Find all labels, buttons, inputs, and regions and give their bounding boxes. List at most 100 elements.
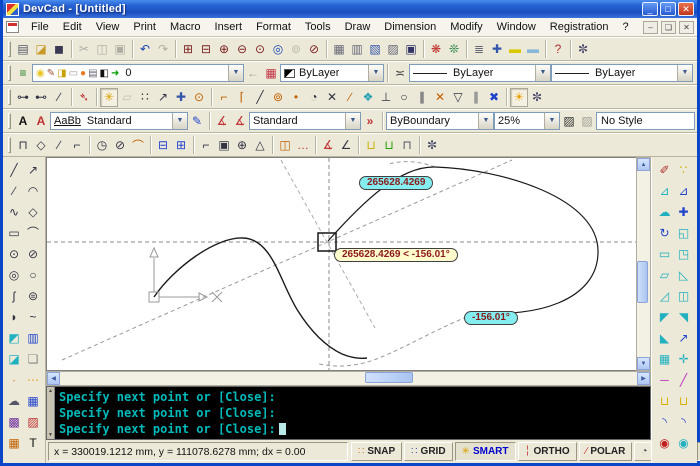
ray-tool[interactable]: ∕: [5, 181, 23, 200]
surface-tool[interactable]: ◪: [5, 349, 23, 368]
snap-extension-button[interactable]: ∕: [341, 88, 359, 107]
menu-macro[interactable]: Macro: [163, 19, 208, 35]
dim-ordinate-button[interactable]: ⌐: [68, 136, 86, 155]
hatch-button[interactable]: ▨: [560, 112, 578, 131]
print-preview-button[interactable]: ▥: [348, 40, 366, 59]
hatch-boundary-select[interactable]: ByBoundary ▼: [386, 112, 494, 130]
dim-more-button[interactable]: »: [361, 112, 379, 131]
menu-tools[interactable]: Tools: [298, 19, 338, 35]
grid-toggle[interactable]: ∷GRID: [404, 442, 452, 461]
break-line2-tool[interactable]: ╱: [675, 370, 693, 389]
dim-style-select[interactable]: Standard ▼: [249, 112, 361, 130]
pattern-tool[interactable]: ▦: [5, 433, 23, 452]
dim-align-text-button[interactable]: ∡: [319, 136, 337, 155]
snap-tangent-button[interactable]: ○: [395, 88, 413, 107]
menu-print[interactable]: Print: [126, 19, 163, 35]
corner-round2-tool[interactable]: ◝: [675, 412, 693, 431]
weld-tool[interactable]: ⊔: [656, 391, 674, 410]
point-display-button[interactable]: ∷: [693, 64, 697, 83]
menu-dimension[interactable]: Dimension: [377, 19, 443, 35]
zoom-out-button[interactable]: ⊖: [233, 40, 251, 59]
wizard-button[interactable]: ✼: [574, 40, 592, 59]
snap-reference-button[interactable]: ➴: [75, 88, 93, 107]
region-tool[interactable]: ◩: [5, 328, 23, 347]
zoom-window-button[interactable]: ⊞: [179, 40, 197, 59]
erase-tool[interactable]: ✐: [656, 160, 674, 179]
osnap-on-button[interactable]: ☀: [510, 88, 528, 107]
chevron-down-icon[interactable]: ▼: [478, 113, 493, 129]
snap-grid-button[interactable]: ∷: [136, 88, 154, 107]
new-button[interactable]: ▤: [14, 40, 32, 59]
dim-text-button[interactable]: ▣: [215, 136, 233, 155]
copy-object-tool[interactable]: ∵: [675, 160, 693, 179]
layer-lock-icon[interactable]: ◨: [57, 68, 66, 79]
zoom-in-button[interactable]: ⊕: [215, 40, 233, 59]
snap-endpoint-button[interactable]: ⊷: [32, 88, 50, 107]
minimize-button[interactable]: _: [642, 2, 658, 16]
circle-2pt-tool[interactable]: ◎: [5, 265, 23, 284]
snap-polygon-button[interactable]: ▱: [118, 88, 136, 107]
maximize-button[interactable]: □: [660, 2, 676, 16]
dim-style2-button[interactable]: ∡: [231, 112, 249, 131]
line-tool[interactable]: ╱: [5, 160, 23, 179]
points-multiple-tool[interactable]: ⋯: [24, 370, 42, 389]
center-mark-button[interactable]: ⊕: [233, 136, 251, 155]
chevron-down-icon[interactable]: ▼: [368, 65, 383, 81]
fillet-tool[interactable]: ◥: [675, 307, 693, 326]
save-button[interactable]: ◼: [50, 40, 68, 59]
scroll-left-icon[interactable]: ◀: [47, 372, 60, 385]
help-button[interactable]: ?: [549, 40, 567, 59]
dim-wizard-button[interactable]: ✼: [423, 136, 441, 155]
line-2pt-tool[interactable]: ↗: [24, 160, 42, 179]
chamfer-tool[interactable]: ◤: [656, 307, 674, 326]
snap-insert-button[interactable]: ❖: [359, 88, 377, 107]
scroll-up-icon[interactable]: ▲: [637, 158, 650, 171]
ortho-toggle[interactable]: ╎ORTHO: [518, 442, 577, 461]
bool-subtract-tool[interactable]: ◉: [656, 433, 674, 452]
snap-angle-button[interactable]: ╱: [251, 88, 269, 107]
dim-radius-button[interactable]: ◷: [93, 136, 111, 155]
image-tool[interactable]: ▦: [24, 391, 42, 410]
snap-cross-button[interactable]: ✚: [172, 88, 190, 107]
menu-modify[interactable]: Modify: [443, 19, 489, 35]
dim-anchor-center-button[interactable]: ⊔: [380, 136, 398, 155]
undo-button[interactable]: ↶: [136, 40, 154, 59]
scroll-right-icon[interactable]: ▶: [637, 372, 650, 385]
child-minimize-button[interactable]: –: [643, 21, 658, 34]
arc-3pt-tool[interactable]: ⌒: [24, 223, 42, 242]
layer-print-icon[interactable]: ▤: [88, 68, 97, 79]
dim-style1-button[interactable]: ∡: [213, 112, 231, 131]
snap-wizard-button[interactable]: ✼: [528, 88, 546, 107]
circle-radius-tool[interactable]: ⊙: [5, 244, 23, 263]
smart-snap-button[interactable]: ✳: [100, 88, 118, 107]
snap-segment-button[interactable]: ∕: [50, 88, 68, 107]
layer-frozen-icon[interactable]: ▭: [69, 68, 78, 79]
snap-perpendicular-button[interactable]: ⊥: [377, 88, 395, 107]
dim-horizontal-button[interactable]: ⊓: [14, 136, 32, 155]
hatch-edit-button[interactable]: ▨: [578, 112, 596, 131]
snap-center-button[interactable]: ⊚: [269, 88, 287, 107]
toolbar-grip[interactable]: [8, 65, 11, 81]
circle-diameter-tool[interactable]: ⊘: [24, 244, 42, 263]
menu-insert[interactable]: Insert: [208, 19, 250, 35]
vscroll-track[interactable]: [637, 171, 650, 357]
print-setup-button[interactable]: ▨: [384, 40, 402, 59]
array-tool[interactable]: ▦: [656, 349, 674, 368]
snap-intersection-button[interactable]: ✕: [323, 88, 341, 107]
dim-continue-button[interactable]: ⊞: [172, 136, 190, 155]
lineweight-select[interactable]: ByLayer ▼: [551, 64, 693, 82]
hscroll-track[interactable]: [60, 372, 637, 385]
layer-select[interactable]: ◉✎◨▭●▤◧➜ 0 ▼: [32, 64, 244, 82]
toolbar-grip[interactable]: [8, 137, 11, 153]
smart-toggle[interactable]: ✳SMART: [455, 442, 516, 461]
layer-swatch-icon[interactable]: ◧: [100, 68, 109, 79]
print-area-button[interactable]: ▧: [366, 40, 384, 59]
scroll-down-icon[interactable]: ▼: [637, 357, 650, 370]
layer-current-icon[interactable]: ➜: [111, 68, 119, 79]
toolbar-grip[interactable]: [8, 89, 11, 105]
previous-layer-button[interactable]: ←: [244, 64, 262, 83]
command-splitter[interactable]: ▲▼: [47, 387, 55, 439]
chevron-down-icon[interactable]: ▼: [677, 65, 692, 81]
toolbar-grip[interactable]: [8, 113, 11, 129]
array-polar-tool[interactable]: ✛: [675, 349, 693, 368]
